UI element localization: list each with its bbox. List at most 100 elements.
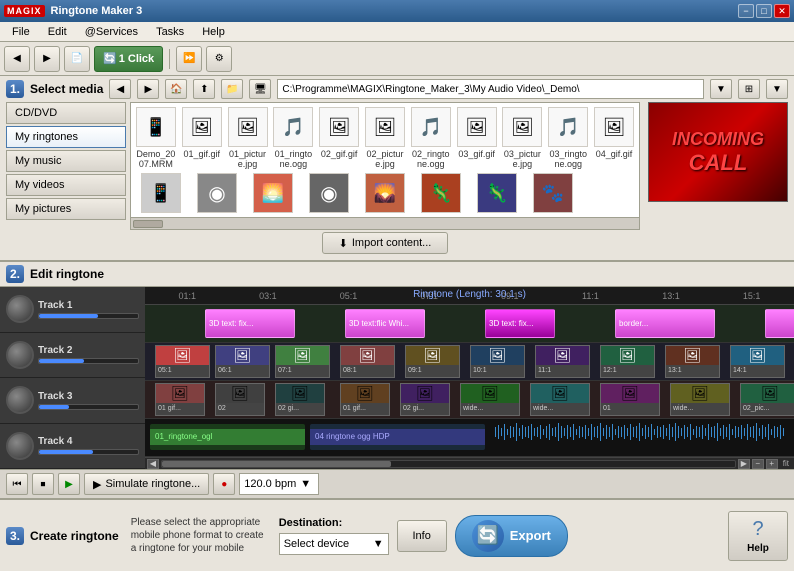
track4-knob[interactable] (6, 432, 34, 460)
media-file-8[interactable]: 🖼 03_picture.jpg (502, 107, 544, 169)
help-button[interactable]: ? Help (728, 511, 788, 561)
track2-knob[interactable] (6, 341, 34, 369)
media-file-r2-2[interactable]: 🌅 (247, 173, 299, 213)
track3-knob[interactable] (6, 386, 34, 414)
fit-button[interactable]: fit (780, 459, 792, 468)
one-click-button[interactable]: 🔄 1 Click (94, 46, 163, 72)
img-clip-3-9[interactable]: 🖼 02_pic... (740, 383, 794, 416)
zoom-minus-btn[interactable]: − (752, 459, 764, 469)
menu-tasks[interactable]: Tasks (148, 24, 192, 40)
img-clip-2-4[interactable]: 🖼 09:1 (405, 345, 460, 378)
img-clip-3-0[interactable]: 🖼 01 gif... (155, 383, 205, 416)
scroll-track[interactable] (161, 460, 736, 468)
clip-track1-a[interactable]: 3D text: fix... (205, 309, 295, 338)
img-clip-2-5[interactable]: 🖼 10:1 (470, 345, 525, 378)
media-file-7[interactable]: 🖼 03_gif.gif (456, 107, 498, 159)
destination-select[interactable]: Select device ▼ (279, 533, 389, 555)
scroll-left-btn[interactable]: ◀ (147, 459, 159, 469)
media-file-r2-4[interactable]: 🌄 (359, 173, 411, 213)
nav-home-btn[interactable]: 🏠 (165, 79, 187, 99)
media-file-5[interactable]: 🖼 02_picture.jpg (364, 107, 406, 169)
track1-fader[interactable] (38, 313, 139, 319)
horizontal-scrollbar[interactable] (131, 217, 639, 229)
toolbar-forward-btn[interactable]: ▶ (34, 46, 60, 72)
simulate-ringtone-button[interactable]: ▶ Simulate ringtone... (84, 473, 209, 495)
scroll-right-btn[interactable]: ▶ (738, 459, 750, 469)
view-dropdown-btn[interactable]: ▼ (766, 79, 788, 99)
address-dropdown-btn[interactable]: ▼ (710, 79, 732, 99)
track-lane-1[interactable]: 3D text: fix... 3D text:flic Whi... 3D t… (145, 305, 794, 343)
img-clip-2-3[interactable]: 🖼 08:1 (340, 345, 395, 378)
menu-services[interactable]: @Services (77, 24, 146, 40)
media-file-r2-5[interactable]: 🦎 (415, 173, 467, 213)
toolbar-new-btn[interactable]: 📄 (64, 46, 90, 72)
img-clip-2-7[interactable]: 🖼 12:1 (600, 345, 655, 378)
scroll-thumb[interactable] (162, 461, 391, 467)
img-clip-3-4[interactable]: 🖼 02 gi... (400, 383, 450, 416)
media-file-3[interactable]: 🎵 01_ringtone.ogg (272, 107, 314, 169)
media-file-r2-1[interactable]: ◉ (191, 173, 243, 213)
transport-play-btn[interactable]: ▶ (58, 473, 80, 495)
toolbar-settings-btn[interactable]: ⚙ (206, 46, 232, 72)
export-button[interactable]: 🔄 Export (455, 515, 568, 557)
clip-track1-c[interactable]: 3D text: fix... (485, 309, 555, 338)
view-grid-btn[interactable]: ⊞ (738, 79, 760, 99)
media-btn-mymusic[interactable]: My music (6, 150, 126, 172)
info-button[interactable]: Info (397, 520, 447, 552)
transport-record-btn[interactable]: ● (213, 473, 235, 495)
img-clip-3-8[interactable]: 🖼 wide... (670, 383, 730, 416)
menu-help[interactable]: Help (194, 24, 233, 40)
media-btn-myvideos[interactable]: My videos (6, 174, 126, 196)
clip-track1-b[interactable]: 3D text:flic Whi... (345, 309, 425, 338)
nav-folder-btn[interactable]: 📁 (221, 79, 243, 99)
menu-file[interactable]: File (4, 24, 38, 40)
media-btn-cddvd[interactable]: CD/DVD (6, 102, 126, 124)
img-clip-2-6[interactable]: 🖼 11:1 (535, 345, 590, 378)
img-clip-3-2[interactable]: 🖼 02 gi... (275, 383, 325, 416)
nav-monitor-btn[interactable]: 🖥 (249, 79, 271, 99)
media-file-r2-3[interactable]: ◉ (303, 173, 355, 213)
img-clip-3-6[interactable]: 🖼 wide... (530, 383, 590, 416)
zoom-plus-btn[interactable]: + (766, 459, 778, 469)
img-clip-2-1[interactable]: 🖼 06:1 (215, 345, 270, 378)
nav-next-btn[interactable]: ▶ (137, 79, 159, 99)
maximize-button[interactable]: □ (756, 4, 772, 18)
media-file-6[interactable]: 🎵 02_ringtone.ogg (410, 107, 452, 169)
nav-prev-btn[interactable]: ◀ (109, 79, 131, 99)
transport-rewind-btn[interactable]: ⏮ (6, 473, 28, 495)
img-clip-2-9[interactable]: 🖼 14:1 (730, 345, 785, 378)
media-file-r2-6[interactable]: 🦎 (471, 173, 523, 213)
media-btn-mypictures[interactable]: My pictures (6, 198, 126, 220)
media-file-1[interactable]: 🖼 01_gif.gif (181, 107, 223, 159)
menu-edit[interactable]: Edit (40, 24, 75, 40)
import-content-button[interactable]: ⬇ Import content... (322, 232, 449, 254)
minimize-button[interactable]: − (738, 4, 754, 18)
img-clip-2-8[interactable]: 🖼 13:1 (665, 345, 720, 378)
track-lane-2[interactable]: 🖼 05:1 🖼 06:1 🖼 07:1 🖼 (145, 343, 794, 381)
close-button[interactable]: ✕ (774, 4, 790, 18)
img-clip-3-1[interactable]: 🖼 02 (215, 383, 265, 416)
media-file-4[interactable]: 🖼 02_gif.gif (318, 107, 360, 159)
clip-track1-d[interactable]: border... (615, 309, 715, 338)
img-clip-3-7[interactable]: 🖼 01 (600, 383, 660, 416)
nav-up-btn[interactable]: ⬆ (193, 79, 215, 99)
media-file-9[interactable]: 🎵 03_ringtone.ogg (547, 107, 589, 169)
img-clip-3-5[interactable]: 🖼 wide... (460, 383, 520, 416)
track1-knob[interactable] (6, 295, 34, 323)
media-file-10[interactable]: 🖼 04_gif.gif (593, 107, 635, 159)
clip-track1-e[interactable] (765, 309, 794, 338)
media-file-r2-7[interactable]: 🐾 (527, 173, 579, 213)
track-lane-4[interactable]: 01_ringtone_ogl 04 ringtone ogg HDP 05_r… (145, 419, 794, 457)
track-lane-3[interactable]: 🖼 01 gif... 🖼 02 🖼 02 gi... 🖼 (145, 381, 794, 419)
img-clip-2-0[interactable]: 🖼 05:1 (155, 345, 210, 378)
bpm-display[interactable]: 120.0 bpm ▼ (239, 473, 319, 495)
img-clip-3-3[interactable]: 🖼 01 gif... (340, 383, 390, 416)
toolbar-back-btn[interactable]: ◀ (4, 46, 30, 72)
toolbar-fwd-nav[interactable]: ⏩ (176, 46, 202, 72)
address-bar[interactable]: C:\Programme\MAGIX\Ringtone_Maker_3\My A… (277, 79, 704, 99)
transport-stop-btn[interactable]: ⏹ (32, 473, 54, 495)
scrollbar-thumb[interactable] (133, 220, 163, 228)
media-file-2[interactable]: 🖼 01_picture.jpg (227, 107, 269, 169)
track2-fader[interactable] (38, 358, 139, 364)
media-btn-myringtones[interactable]: My ringtones (6, 126, 126, 148)
